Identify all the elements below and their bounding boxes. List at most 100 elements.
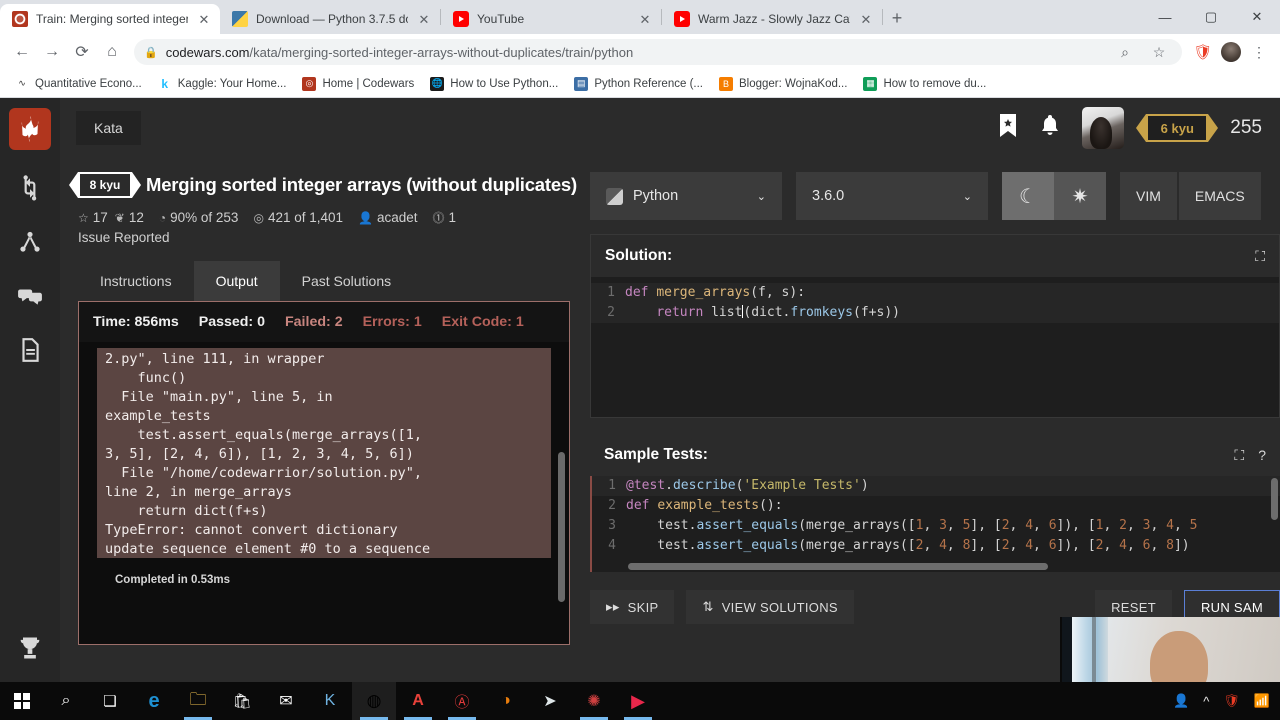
skip-button[interactable]: ▸▸ SKIP — [590, 590, 675, 624]
bookmark-label: Python Reference (... — [594, 77, 703, 90]
exit-value: 1 — [515, 314, 524, 330]
mail-app[interactable]: ✉ — [264, 682, 308, 720]
chrome-app[interactable]: ◍ — [352, 682, 396, 720]
bookmark-item[interactable]: ▦ How to remove du... — [856, 75, 993, 93]
line-number: 1 — [608, 478, 616, 493]
minimize-button[interactable]: — — [1142, 0, 1188, 34]
close-window-button[interactable]: ✕ — [1234, 0, 1280, 34]
sun-gear-icon[interactable]: ✷ — [1054, 172, 1106, 220]
home-icon[interactable]: ⌂ — [98, 38, 126, 66]
bookmark-item[interactable]: ▤ Python Reference (... — [567, 75, 710, 93]
browser-tab-3[interactable]: Warm Jazz - Slowly Jazz Cafe Mu ✕ — [662, 4, 882, 34]
sample-tests-editor[interactable]: 1 @test.describe('Example Tests') 2 def … — [590, 476, 1280, 572]
reload-icon[interactable]: ⟳ — [68, 38, 96, 66]
kindle-app[interactable]: K — [308, 682, 352, 720]
bookmark-item[interactable]: B Blogger: WojnaKod... — [712, 75, 854, 93]
completed-stat: ◎ 421 of 1,401 — [253, 210, 343, 225]
task-view-button[interactable]: ❏ — [88, 682, 132, 720]
bookmark-item[interactable]: 🌐 How to Use Python... — [423, 75, 565, 93]
rank-badge: 6 kyu — [1136, 114, 1219, 142]
satisfaction-value: 90% of 253 — [170, 210, 239, 225]
star-icon[interactable]: ☆ — [1146, 39, 1172, 65]
close-icon[interactable]: ✕ — [637, 11, 653, 27]
codewars-logo-icon[interactable] — [9, 108, 51, 150]
line-text: return list(dict.fromkeys(f+s)) — [656, 305, 900, 320]
blender-app[interactable]: ◑ — [484, 682, 528, 720]
avatar[interactable] — [1218, 39, 1244, 65]
language-value: Python — [633, 188, 679, 204]
brave-tray-icon[interactable]: 🛡 — [1223, 693, 1240, 709]
audacity-app[interactable]: Ⓐ — [440, 682, 484, 720]
bookmark-item[interactable]: ∿ Quantitative Econo... — [8, 75, 149, 93]
spiderweb-app[interactable]: ✺ — [572, 682, 616, 720]
back-icon[interactable]: ← — [8, 38, 36, 66]
bookmark-icon[interactable] — [998, 113, 1018, 144]
browser-tab-1[interactable]: Download — Python 3.7.5 docum ✕ — [220, 4, 440, 34]
code-line: 1 @test.describe('Example Tests') — [592, 476, 1280, 496]
browser-tab-title: Warm Jazz - Slowly Jazz Cafe Mu — [698, 12, 850, 26]
obs-app[interactable]: ➤ — [528, 682, 572, 720]
microsoft-store-app[interactable]: 🛍 — [220, 682, 264, 720]
view-solutions-button[interactable]: ⇅ VIEW SOLUTIONS — [686, 590, 854, 624]
bookmark-item[interactable]: k Kaggle: Your Home... — [151, 75, 294, 93]
file-explorer-app[interactable]: 🗀 — [176, 682, 220, 720]
bell-icon[interactable] — [1040, 114, 1060, 143]
media-player-app[interactable]: ▶ — [616, 682, 660, 720]
browser-toolbar: ← → ⟳ ⌂ 🔒 codewars.com/kata/merging-sort… — [0, 34, 1280, 70]
maximize-button[interactable]: ▢ — [1188, 0, 1234, 34]
zoom-search-icon[interactable]: ⌕ — [1112, 39, 1138, 65]
close-icon[interactable]: ✕ — [858, 11, 874, 27]
stars-value: 17 — [92, 210, 108, 225]
line-text: def example_tests(): — [626, 498, 783, 513]
expand-icon[interactable]: ⛶ — [1255, 248, 1265, 265]
browser-tab-2[interactable]: YouTube ✕ — [441, 4, 661, 34]
horizontal-scrollbar[interactable] — [628, 563, 1048, 570]
tab-output[interactable]: Output — [193, 261, 280, 301]
docs-icon[interactable] — [14, 334, 46, 366]
fork-icon[interactable] — [14, 226, 46, 258]
failed-value: 2 — [334, 314, 343, 330]
breadcrumb-kata[interactable]: Kata — [76, 111, 141, 145]
author-stat: 👤 acadet — [358, 210, 418, 225]
vertical-scrollbar[interactable] — [1271, 478, 1278, 520]
tab-past-solutions[interactable]: Past Solutions — [280, 261, 414, 301]
solution-editor[interactable]: 1 def merge_arrays(f, s): 2 return list(… — [591, 277, 1279, 417]
emacs-mode-button[interactable]: EMACS — [1178, 172, 1261, 220]
edge-app[interactable]: e — [132, 682, 176, 720]
people-icon[interactable]: 👤 — [1173, 693, 1189, 709]
language-select[interactable]: Python ⌄ — [590, 172, 782, 220]
brave-shield-icon[interactable]: 🛡 — [1190, 39, 1216, 65]
version-select[interactable]: 3.6.0 ⌄ — [796, 172, 988, 220]
vim-mode-button[interactable]: VIM — [1120, 172, 1177, 220]
address-bar[interactable]: 🔒 codewars.com/kata/merging-sorted-integ… — [134, 39, 1182, 65]
compare-icon[interactable] — [14, 172, 46, 204]
issues-value: 1 — [448, 210, 457, 225]
trophy-icon[interactable] — [14, 632, 46, 664]
side-rail — [0, 98, 60, 682]
show-hidden-icons-icon[interactable]: ^ — [1203, 694, 1209, 709]
network-icon[interactable]: 📶 — [1254, 693, 1270, 709]
close-icon[interactable]: ✕ — [196, 11, 212, 27]
sample-tests-header-icons: ⛶ ? — [1234, 447, 1266, 464]
start-button[interactable] — [0, 682, 44, 720]
expand-icon[interactable]: ⛶ — [1234, 447, 1244, 464]
moon-icon[interactable]: ☾ — [1002, 172, 1054, 220]
bookmark-item[interactable]: ◎ Home | Codewars — [295, 75, 421, 93]
line-number: 1 — [607, 285, 615, 300]
user-icon: 👤 — [358, 210, 373, 225]
new-tab-button[interactable]: + — [883, 4, 911, 32]
output-scrollbar[interactable] — [558, 452, 565, 602]
kata-title-row: 8 kyu Merging sorted integer arrays (wit… — [69, 172, 590, 198]
acrobat-app[interactable]: A — [396, 682, 440, 720]
bookmark-label: Quantitative Econo... — [35, 77, 142, 90]
tab-instructions[interactable]: Instructions — [78, 261, 194, 301]
chat-icon[interactable] — [14, 280, 46, 312]
search-button[interactable]: ⌕ — [44, 682, 88, 720]
forward-icon[interactable]: → — [38, 38, 66, 66]
browser-tab-0[interactable]: Train: Merging sorted integer arr ✕ — [0, 4, 220, 34]
author-name[interactable]: acadet — [377, 210, 418, 225]
avatar[interactable] — [1082, 107, 1125, 149]
help-icon[interactable]: ? — [1258, 447, 1266, 464]
kebab-menu-icon[interactable]: ⋮ — [1246, 39, 1272, 65]
close-icon[interactable]: ✕ — [416, 11, 432, 27]
